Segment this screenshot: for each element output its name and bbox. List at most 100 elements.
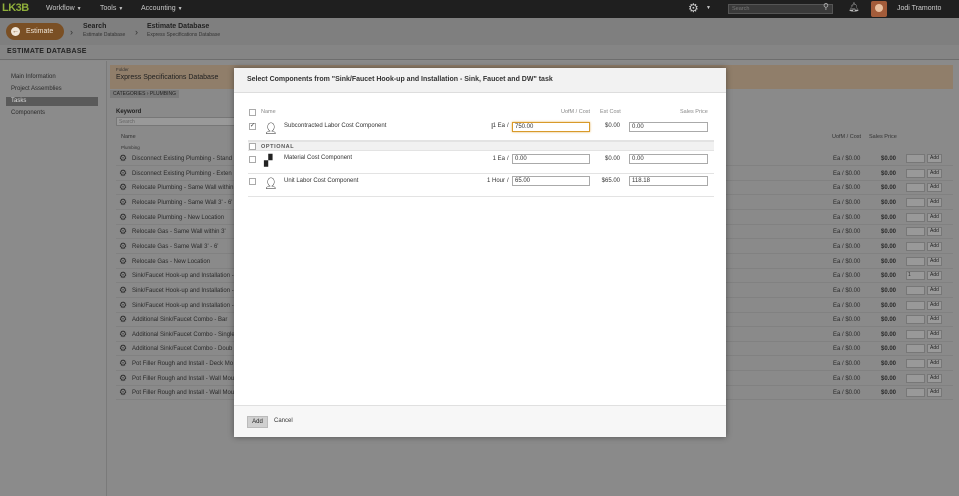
search-icon[interactable]: ⚲ <box>823 2 829 11</box>
category-plumbing-label: Plumbing <box>121 145 140 150</box>
quantity-input[interactable] <box>906 388 925 398</box>
quantity-input[interactable] <box>906 344 925 354</box>
breadcrumb-estimate-db-title: Estimate Database <box>147 23 210 30</box>
quantity-input[interactable] <box>906 315 925 325</box>
global-search-input[interactable]: Search <box>728 4 833 14</box>
gear-icon[interactable]: ⚙ <box>688 1 699 15</box>
quantity-input[interactable] <box>906 241 925 251</box>
component-qty: 1 Ea <box>492 123 505 129</box>
quantity-input[interactable] <box>906 256 925 266</box>
task-price: $0.00 <box>881 331 897 338</box>
gear-icon: ⚙ <box>119 387 128 398</box>
add-task-button[interactable]: Add <box>927 154 942 163</box>
add-task-button[interactable]: Add <box>927 212 942 222</box>
add-task-button[interactable]: Add <box>927 183 942 193</box>
add-task-button[interactable]: Add <box>927 315 942 325</box>
add-task-button[interactable]: Add <box>927 373 942 383</box>
keyword-search-input[interactable]: Search <box>116 117 236 126</box>
menu-tools[interactable]: Tools ▼ <box>100 5 123 12</box>
quantity-input[interactable] <box>906 359 925 369</box>
task-name: Sink/Faucet Hook-up and Installation - <box>132 273 234 280</box>
sidebar-item-main-information[interactable]: Main Information <box>6 73 98 82</box>
sales-price-input[interactable]: 0.00 <box>629 154 708 164</box>
task-name: Pot Filler Rough and Install - Deck Mo <box>132 361 234 368</box>
add-button[interactable]: Add <box>247 416 268 428</box>
task-price: $0.00 <box>881 287 897 294</box>
quantity-input[interactable] <box>906 285 925 295</box>
quantity-input[interactable] <box>906 373 925 383</box>
add-task-button[interactable]: Add <box>927 241 942 251</box>
task-name: Pot Filler Rough and Install - Wall Mou <box>132 390 235 397</box>
add-task-button[interactable]: Add <box>927 344 942 354</box>
estimate-back-button[interactable]: ← Estimate <box>6 23 64 40</box>
task-price: $0.00 <box>881 258 897 265</box>
quantity-input[interactable] <box>906 227 925 237</box>
task-price: $0.00 <box>881 317 897 324</box>
task-price: $0.00 <box>881 214 897 221</box>
breadcrumb-search-sub: Estimate Database <box>83 32 126 38</box>
optional-select-all-checkbox[interactable] <box>249 143 256 150</box>
add-task-button[interactable]: Add <box>927 227 942 237</box>
breadcrumb-estimate-db: Estimate Database Express Specifications… <box>147 23 220 38</box>
quantity-input[interactable] <box>906 300 925 310</box>
breadcrumb-search-title: Search <box>83 23 107 30</box>
component-checkbox[interactable] <box>249 178 256 185</box>
bell-icon[interactable]: 🔔︎ <box>848 2 859 13</box>
slash-separator: / <box>507 178 509 184</box>
add-task-button[interactable]: Add <box>927 300 942 310</box>
menu-accounting[interactable]: Accounting ▼ <box>141 5 183 12</box>
gear-icon: ⚙ <box>119 372 128 383</box>
add-task-button[interactable]: Add <box>927 256 942 266</box>
breadcrumb-search[interactable]: Search Estimate Database <box>83 23 125 38</box>
quantity-input[interactable] <box>906 329 925 339</box>
task-price: $0.00 <box>881 229 897 236</box>
add-task-button[interactable]: Add <box>927 271 942 281</box>
sidebar-item-project-assemblies[interactable]: Project Assemblies <box>6 85 98 94</box>
dialog-column-uom: UofM / Cost <box>561 109 591 115</box>
quantity-input[interactable] <box>906 168 925 178</box>
tab-categories[interactable]: CATEGORIES <box>113 91 145 97</box>
add-task-button[interactable]: Add <box>927 388 942 398</box>
add-task-button[interactable]: Add <box>927 197 942 207</box>
unit-cost-input[interactable]: 750.00 <box>512 122 590 132</box>
app-logo[interactable]: LK3B <box>2 2 29 14</box>
quantity-input[interactable] <box>906 212 925 222</box>
cancel-button[interactable]: Cancel <box>274 418 293 424</box>
add-task-button[interactable]: Add <box>927 168 942 178</box>
sidebar-item-tasks[interactable]: Tasks <box>6 97 98 106</box>
task-name: Additional Sink/Faucet Combo - Single <box>132 331 235 338</box>
task-uom: Ea / $0.00 <box>833 185 861 192</box>
component-checkbox[interactable] <box>249 156 256 163</box>
quantity-input[interactable]: 1 <box>906 271 925 281</box>
gear-icon: ⚙ <box>119 284 128 295</box>
task-price: $0.00 <box>881 156 897 162</box>
chevron-down-icon[interactable]: ▼ <box>706 5 711 11</box>
sales-price-input[interactable]: 118.18 <box>629 176 708 186</box>
add-task-button[interactable]: Add <box>927 359 942 369</box>
task-name: Sink/Faucet Hook-up and Installation - <box>132 287 234 294</box>
unit-cost-input[interactable]: 0.00 <box>512 154 590 164</box>
menu-workflow[interactable]: Workflow ▼ <box>46 5 82 12</box>
avatar[interactable] <box>871 1 887 17</box>
tab-plumbing[interactable]: PLUMBING <box>150 91 176 97</box>
quantity-input[interactable] <box>906 183 925 193</box>
add-task-button[interactable]: Add <box>927 329 942 339</box>
dialog-footer: Add Cancel <box>234 405 726 437</box>
select-all-checkbox[interactable] <box>249 109 256 116</box>
bricks-icon: ▞ <box>264 155 273 167</box>
quantity-input[interactable] <box>906 154 925 163</box>
component-name: Material Cost Component <box>284 155 353 161</box>
component-checkbox[interactable]: ✓ <box>249 123 256 130</box>
task-name: Relocate Gas - Same Wall 3' - 6' <box>132 243 219 250</box>
user-name[interactable]: Jodi Tramonto <box>897 5 941 12</box>
add-task-button[interactable]: Add <box>927 285 942 295</box>
sidebar-item-components[interactable]: Components <box>6 109 98 118</box>
gear-icon: ⚙ <box>119 153 128 163</box>
quantity-input[interactable] <box>906 197 925 207</box>
task-price: $0.00 <box>881 361 897 368</box>
task-uom: Ea / $0.00 <box>833 199 861 206</box>
sales-price-input[interactable]: 0.00 <box>629 122 708 132</box>
column-header-sales-price: Sales Price <box>869 134 897 140</box>
task-name: Pot Filler Rough and Install - Wall Mou <box>132 375 235 382</box>
unit-cost-input[interactable]: 65.00 <box>512 176 590 186</box>
